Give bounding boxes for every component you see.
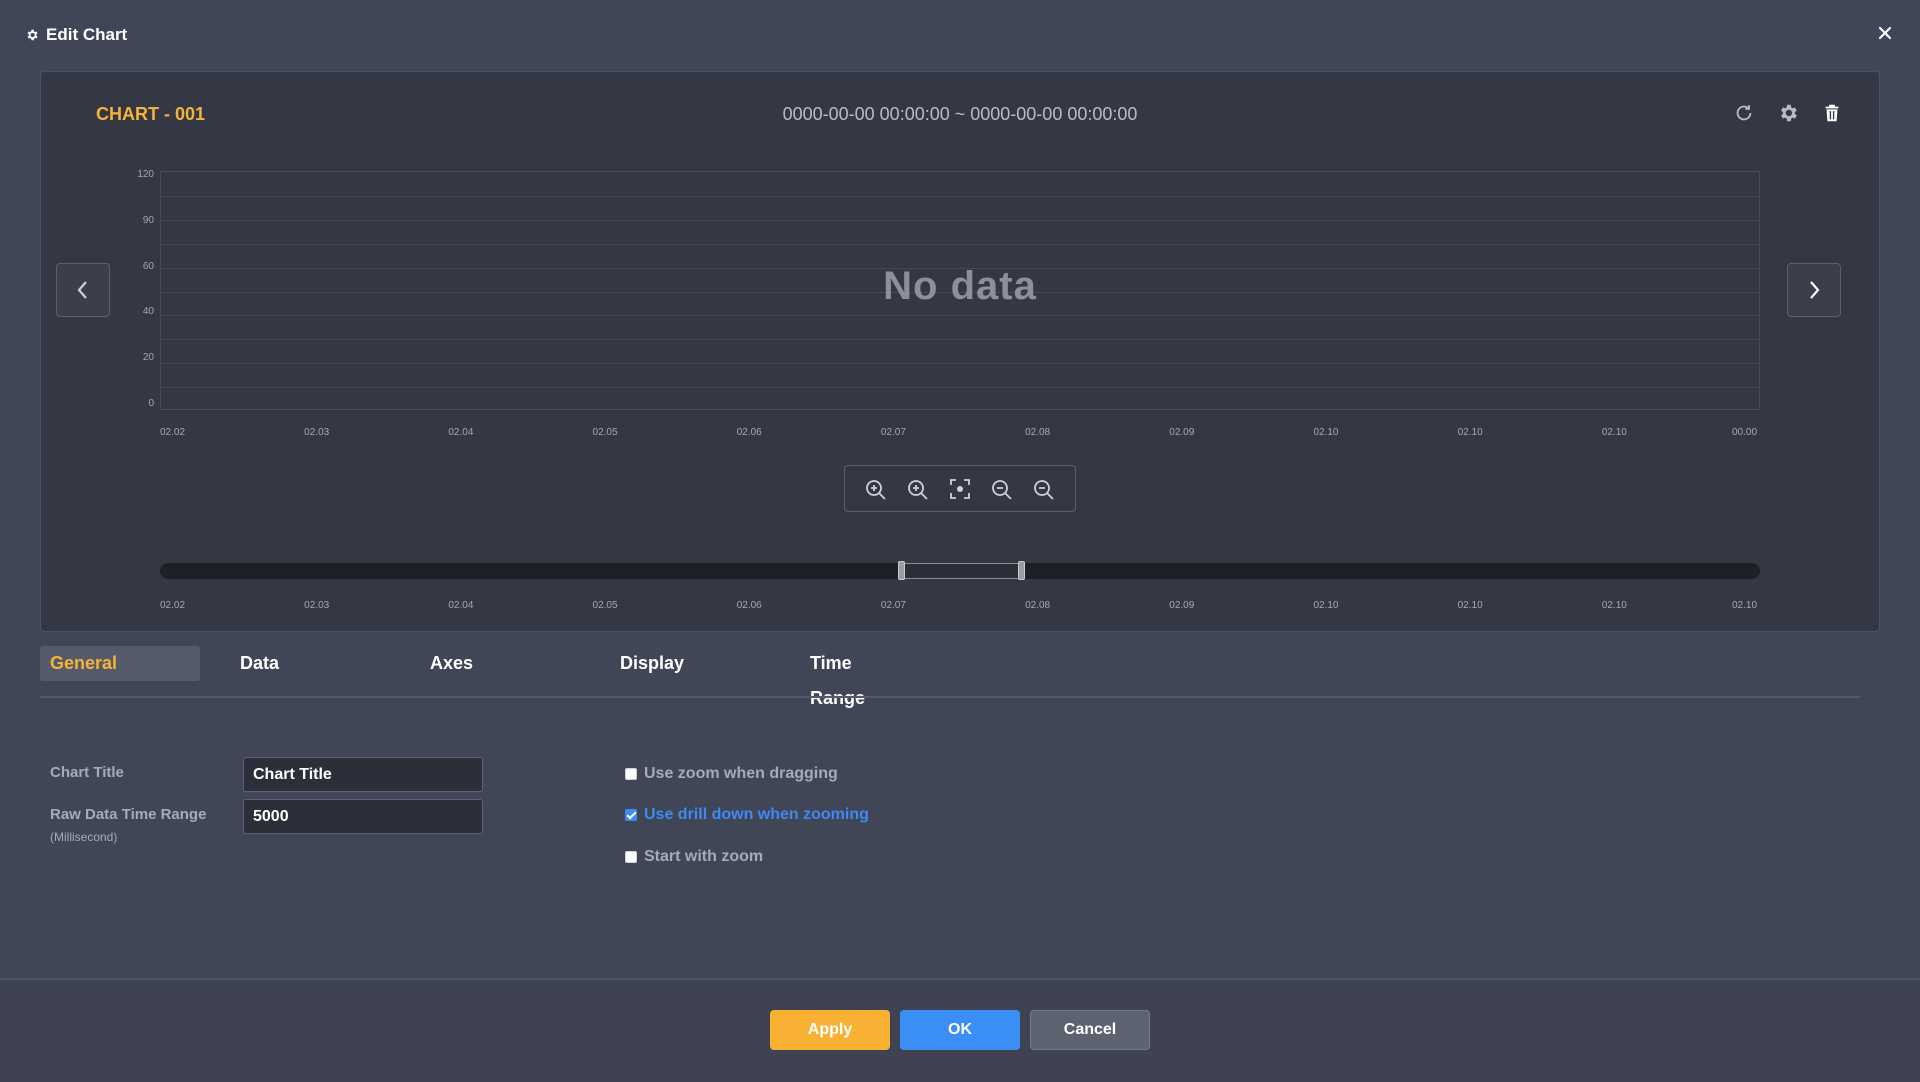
x-tick-label: 02.10 — [1601, 427, 1627, 438]
x-tick-label: 02.09 — [1169, 427, 1195, 438]
chart-toolbar — [1733, 102, 1843, 124]
tab-display[interactable]: Display — [620, 646, 684, 681]
tab-general[interactable]: General — [40, 646, 200, 681]
navigator-tick-label: 02.08 — [1025, 600, 1051, 611]
navigator-tick-label: 02.03 — [304, 600, 330, 611]
navigator-handle-left[interactable] — [898, 561, 905, 580]
zoom-out-2x-icon[interactable] — [990, 477, 1014, 501]
navigator-tick-label: 02.06 — [736, 600, 762, 611]
y-tick-label: 120 — [137, 169, 154, 180]
zoom-toolbar — [844, 465, 1076, 512]
option-drill-down[interactable]: Use drill down when zooming — [625, 806, 869, 824]
drill-down-label: Use drill down when zooming — [644, 806, 869, 823]
navigator-tick-label: 02.10 — [1313, 600, 1339, 611]
raw-range-label: Raw Data Time Range — [50, 806, 207, 823]
drill-down-checkbox[interactable] — [625, 809, 637, 821]
apply-button[interactable]: Apply — [770, 1010, 890, 1050]
tab-data[interactable]: Data — [240, 646, 279, 681]
x-tick-label: 02.07 — [880, 427, 906, 438]
x-tick-label: 02.06 — [736, 427, 762, 438]
x-tick-label: 02.10 — [1457, 427, 1483, 438]
chart-time-range: 0000-00-00 00:00:00 ~ 0000-00-00 00:00:0… — [782, 104, 1138, 124]
navigator-tick-label: 02.10 — [1601, 600, 1627, 611]
gear-icon — [27, 29, 38, 41]
zoom-in-2x-icon[interactable] — [906, 477, 930, 501]
y-tick-label: 0 — [148, 398, 154, 409]
dialog-title-group: Edit Chart — [25, 25, 127, 45]
zoom-in-4x-icon[interactable] — [864, 477, 888, 501]
navigator-tick-label: 02.02 — [160, 600, 186, 611]
close-icon[interactable] — [1874, 22, 1896, 44]
gear-icon[interactable] — [1777, 102, 1799, 124]
cancel-button[interactable]: Cancel — [1030, 1010, 1150, 1050]
x-tick-label: 02.02 — [160, 427, 186, 438]
zoom-dragging-checkbox[interactable] — [625, 768, 637, 780]
navigator-tick-label: 02.05 — [592, 600, 618, 611]
option-zoom-dragging[interactable]: Use zoom when dragging — [625, 765, 838, 783]
dialog-title: Edit Chart — [46, 25, 128, 44]
navigator-tick-label: 02.07 — [880, 600, 906, 611]
dialog-titlebar: Edit Chart — [0, 0, 1920, 70]
navigator-tick-label: 02.04 — [448, 600, 474, 611]
start-zoom-checkbox[interactable] — [625, 851, 637, 863]
refresh-icon[interactable] — [1733, 102, 1755, 124]
x-tick-label: 02.03 — [304, 427, 330, 438]
navigator-tick-label: 02.09 — [1169, 600, 1195, 611]
navigator-handle-right[interactable] — [1018, 561, 1025, 580]
raw-range-input[interactable] — [243, 799, 483, 834]
y-tick-label: 20 — [142, 352, 154, 364]
tab-time-range[interactable]: Time Range — [810, 646, 865, 708]
x-tick-label: 02.10 — [1313, 427, 1339, 438]
trash-icon[interactable] — [1821, 102, 1843, 124]
navigator-tick-label: 02.10 — [1732, 600, 1758, 611]
zoom-out-4x-icon[interactable] — [1032, 477, 1056, 501]
no-data-message: No data — [883, 264, 1037, 308]
navigator-window[interactable] — [902, 563, 1024, 579]
option-start-zoom[interactable]: Start with zoom — [625, 848, 763, 866]
zoom-dragging-label: Use zoom when dragging — [644, 765, 838, 782]
start-zoom-label: Start with zoom — [644, 848, 764, 865]
raw-range-unit: (Millisecond) — [50, 830, 118, 844]
x-tick-label: 02.04 — [448, 427, 474, 438]
chart-panel: CHART - 001 0000-00-00 00:00:00 ~ 0000-0… — [40, 71, 1880, 632]
tabs-divider — [40, 696, 1860, 698]
y-tick-label: 90 — [142, 214, 154, 226]
navigator-tick-label: 02.10 — [1457, 600, 1483, 611]
x-tick-label: 02.08 — [1025, 427, 1051, 438]
focus-icon[interactable] — [948, 477, 972, 501]
x-tick-label: 00.00 — [1732, 427, 1758, 438]
chart-title-label: Chart Title — [50, 764, 124, 781]
chart-title-input[interactable] — [243, 757, 483, 792]
ok-button[interactable]: OK — [900, 1010, 1020, 1050]
x-tick-label: 02.05 — [592, 427, 618, 438]
tab-axes[interactable]: Axes — [430, 646, 473, 681]
